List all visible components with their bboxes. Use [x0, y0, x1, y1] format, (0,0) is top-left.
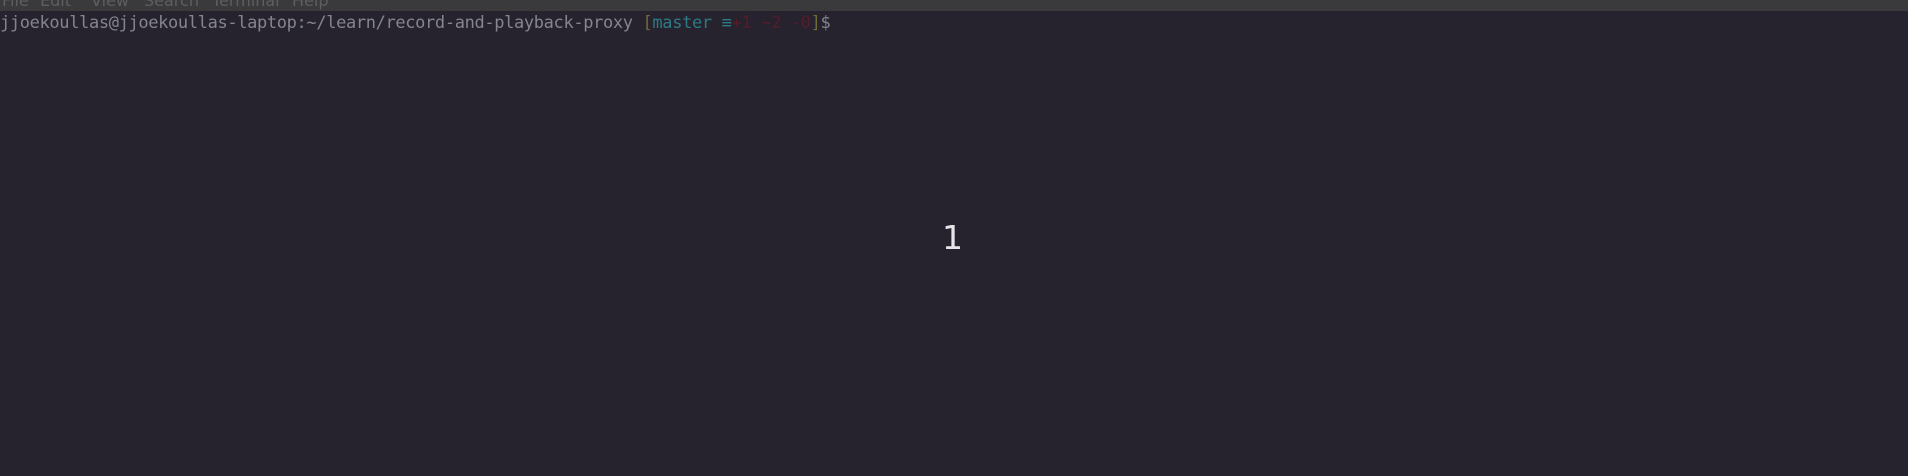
menu-bar: File Edit View Search Terminal Help [0, 0, 1908, 11]
git-branch-name: master [652, 13, 712, 33]
countdown-number: 1 [942, 218, 963, 257]
menu-edit[interactable]: Edit [40, 0, 71, 10]
prompt-dollar-sign: $ [820, 13, 831, 33]
menu-view[interactable]: View [91, 0, 129, 10]
prompt-open-bracket: [ [642, 13, 653, 33]
git-sync-icon: ≡ [711, 13, 732, 33]
menu-search[interactable]: Search [144, 0, 199, 10]
prompt-close-bracket: ] [810, 13, 821, 33]
menu-terminal[interactable]: Terminal [212, 0, 280, 10]
git-status-deleted: -0 [780, 13, 811, 33]
menu-file[interactable]: File [2, 0, 29, 10]
terminal-cursor [830, 14, 840, 32]
git-status-added: +1 [731, 13, 752, 33]
shell-prompt[interactable]: jjoekoullas@jjoekoullas-laptop:~/learn/r… [0, 12, 840, 34]
terminal-window: File Edit View Search Terminal Help jjoe… [0, 0, 1908, 476]
prompt-user-host-path: jjoekoullas@jjoekoullas-laptop:~/learn/r… [0, 13, 633, 33]
menu-help[interactable]: Help [292, 0, 328, 10]
git-status-modified: ~2 [751, 13, 781, 33]
